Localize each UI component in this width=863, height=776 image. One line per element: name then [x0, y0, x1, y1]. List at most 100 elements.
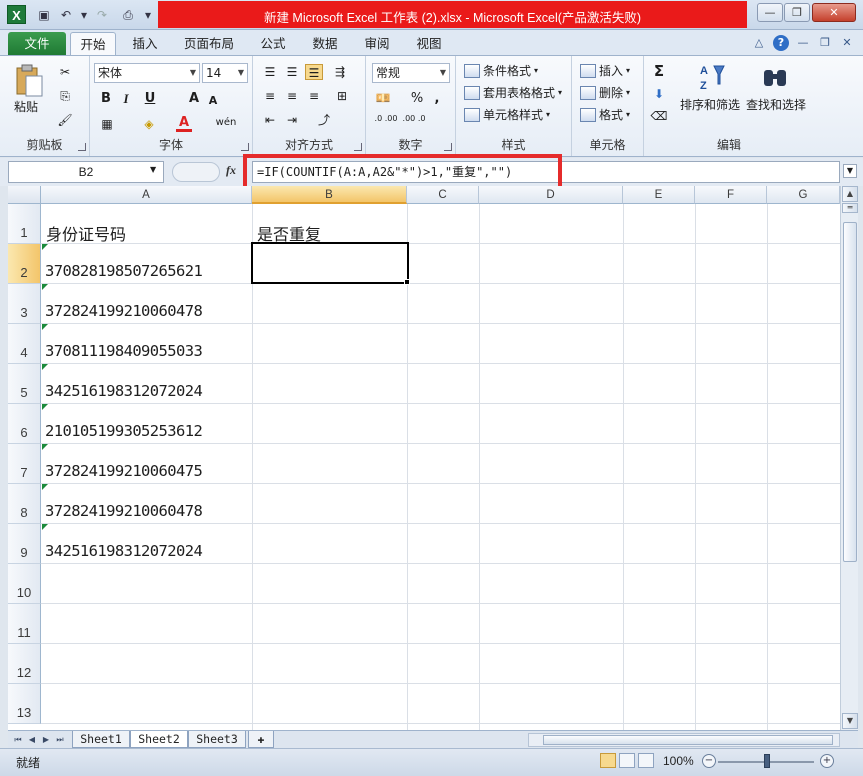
orientation-icon[interactable]: ⤴: [315, 112, 333, 128]
fill-handle[interactable]: [404, 279, 410, 285]
tab-view[interactable]: 视图: [408, 32, 450, 55]
minimize-button[interactable]: —: [757, 3, 783, 22]
conditional-formatting-button[interactable]: 条件格式 ▾: [464, 62, 538, 79]
align-center-icon[interactable]: ≡: [283, 88, 301, 104]
sort-filter-icon[interactable]: A Z: [696, 62, 726, 92]
zoom-level[interactable]: 100%: [663, 754, 694, 768]
cell-a2[interactable]: 370828198507265621: [45, 262, 203, 280]
undo-dropdown-icon[interactable]: ▾: [74, 5, 94, 25]
first-sheet-icon[interactable]: ⏮: [12, 733, 24, 746]
column-header-a[interactable]: A: [41, 186, 252, 204]
row-header-2[interactable]: 2: [8, 244, 41, 284]
align-middle-icon[interactable]: ☰: [283, 64, 301, 80]
insert-worksheet-icon[interactable]: ✚: [248, 731, 274, 748]
format-painter-icon[interactable]: 🖌: [56, 112, 74, 128]
column-header-g[interactable]: G: [767, 186, 840, 204]
split-box-icon[interactable]: ═: [842, 203, 858, 213]
save-icon[interactable]: ▣: [34, 5, 54, 25]
number-as-text-indicator[interactable]: [42, 524, 48, 530]
copy-icon[interactable]: ⎘: [56, 88, 74, 104]
row-header-10[interactable]: 10: [8, 564, 41, 604]
sheet-tab-sheet1[interactable]: Sheet1: [72, 731, 130, 748]
sheet-tab-sheet2[interactable]: Sheet2: [130, 731, 188, 748]
insert-function-icon[interactable]: fx: [226, 163, 236, 178]
cell-a5[interactable]: 342516198312072024: [45, 382, 203, 400]
paste-button[interactable]: 粘贴: [14, 98, 38, 115]
comma-button[interactable]: ,: [430, 90, 444, 108]
number-as-text-indicator[interactable]: [42, 404, 48, 410]
sheet-tab-sheet3[interactable]: Sheet3: [188, 731, 246, 748]
accounting-format-icon[interactable]: 💴: [374, 90, 392, 106]
name-box[interactable]: B2: [8, 161, 164, 183]
row-header-6[interactable]: 6: [8, 404, 41, 444]
column-header-e[interactable]: E: [623, 186, 695, 204]
last-sheet-icon[interactable]: ⏭: [54, 733, 66, 746]
number-as-text-indicator[interactable]: [42, 444, 48, 450]
find-select-label[interactable]: 查找和选择: [746, 96, 806, 113]
tab-home[interactable]: 开始: [70, 32, 116, 55]
doc-close-icon[interactable]: ✕: [839, 35, 855, 51]
insert-cells-button[interactable]: 插入 ▾: [580, 62, 630, 79]
align-right-icon[interactable]: ≡: [305, 88, 323, 104]
minimize-ribbon-icon[interactable]: △: [751, 35, 767, 51]
font-name-select[interactable]: 宋体 ▼: [94, 63, 200, 83]
italic-button[interactable]: I: [118, 90, 134, 108]
align-top-icon[interactable]: ☰: [261, 64, 279, 80]
row-header-8[interactable]: 8: [8, 484, 41, 524]
format-as-table-button[interactable]: 套用表格格式 ▾: [464, 84, 562, 101]
underline-button[interactable]: U: [142, 90, 158, 108]
redo-icon[interactable]: ↷: [92, 5, 112, 25]
name-box-dropdown-icon[interactable]: ▼: [150, 165, 156, 174]
scroll-down-icon[interactable]: ▼: [842, 713, 858, 729]
vertical-scroll-thumb[interactable]: [843, 222, 857, 562]
row-header-5[interactable]: 5: [8, 364, 41, 404]
cell-a1[interactable]: 身份证号码: [46, 221, 126, 245]
wrap-text-icon[interactable]: ⇶: [331, 64, 349, 80]
customize-toolbar-icon[interactable]: ▾: [138, 5, 158, 25]
print-preview-icon[interactable]: ⎙: [118, 5, 138, 25]
increase-indent-icon[interactable]: ⇥: [283, 112, 301, 128]
select-all-corner[interactable]: [8, 186, 41, 204]
number-launcher-icon[interactable]: [444, 143, 452, 151]
row-header-7[interactable]: 7: [8, 444, 41, 484]
number-as-text-indicator[interactable]: [42, 484, 48, 490]
grow-font-button[interactable]: A: [186, 90, 202, 108]
phonetic-button[interactable]: wén: [212, 114, 240, 132]
find-select-icon[interactable]: [760, 62, 790, 92]
column-header-b[interactable]: B: [252, 186, 407, 204]
paste-icon[interactable]: [14, 64, 44, 98]
format-cells-button[interactable]: 格式 ▾: [580, 106, 630, 123]
cell-a6[interactable]: 210105199305253612: [45, 422, 203, 440]
cell-a4[interactable]: 370811198409055033: [45, 342, 203, 360]
page-layout-view-icon[interactable]: [619, 753, 635, 768]
normal-view-icon[interactable]: [600, 753, 616, 768]
active-cell-b2[interactable]: [251, 242, 409, 284]
row-header-12[interactable]: 12: [8, 644, 41, 684]
maximize-button[interactable]: ❐: [784, 3, 810, 22]
tab-review[interactable]: 审阅: [356, 32, 398, 55]
font-size-select[interactable]: 14 ▼: [202, 63, 248, 83]
tab-data[interactable]: 数据: [304, 32, 346, 55]
font-color-button[interactable]: A: [176, 114, 192, 132]
row-header-11[interactable]: 11: [8, 604, 41, 644]
cut-icon[interactable]: ✂: [56, 64, 74, 80]
number-format-select[interactable]: 常规 ▼: [372, 63, 450, 83]
align-bottom-icon[interactable]: ☰: [305, 64, 323, 80]
horizontal-scroll-thumb[interactable]: [543, 735, 833, 745]
borders-icon[interactable]: ▦: [98, 116, 116, 132]
scroll-up-icon[interactable]: ▲: [842, 186, 858, 202]
clear-icon[interactable]: ⌫: [650, 108, 668, 124]
doc-restore-icon[interactable]: ❐: [817, 35, 833, 51]
page-break-view-icon[interactable]: [638, 753, 654, 768]
clipboard-launcher-icon[interactable]: [78, 143, 86, 151]
close-button[interactable]: ✕: [812, 3, 856, 22]
row-header-4[interactable]: 4: [8, 324, 41, 364]
fill-icon[interactable]: ⬇: [650, 86, 668, 102]
shrink-font-button[interactable]: A: [206, 92, 220, 110]
cell-a3[interactable]: 372824199210060478: [45, 302, 203, 320]
column-header-c[interactable]: C: [407, 186, 479, 204]
row-header-1[interactable]: 1: [8, 204, 41, 244]
column-header-f[interactable]: F: [695, 186, 767, 204]
prev-sheet-icon[interactable]: ◀: [26, 733, 38, 746]
decrease-decimal-button[interactable]: .00 .0: [402, 114, 426, 132]
